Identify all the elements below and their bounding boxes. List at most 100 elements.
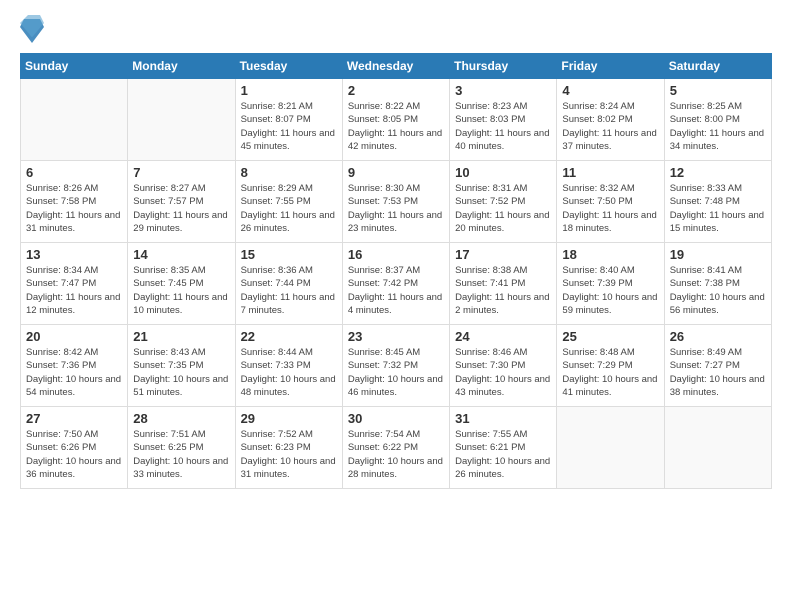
day-number: 29 [241, 411, 337, 426]
day-info: Sunrise: 8:31 AMSunset: 7:52 PMDaylight:… [455, 182, 551, 235]
page: SundayMondayTuesdayWednesdayThursdayFrid… [0, 0, 792, 612]
day-info: Sunrise: 8:49 AMSunset: 7:27 PMDaylight:… [670, 346, 766, 399]
calendar-day-cell [664, 407, 771, 489]
day-number: 10 [455, 165, 551, 180]
day-info: Sunrise: 8:44 AMSunset: 7:33 PMDaylight:… [241, 346, 337, 399]
calendar-day-cell: 14Sunrise: 8:35 AMSunset: 7:45 PMDayligh… [128, 243, 235, 325]
day-info: Sunrise: 8:26 AMSunset: 7:58 PMDaylight:… [26, 182, 122, 235]
calendar-week-row: 6 Sunrise: 8:26 AMSunset: 7:58 PMDaylight… [21, 161, 772, 243]
calendar-day-cell: 2 Sunrise: 8:22 AMSunset: 8:05 PMDaylight… [342, 79, 449, 161]
calendar-week-row: 27 Sunrise: 7:50 AMSunset: 6:26 PMDayligh… [21, 407, 772, 489]
day-number: 21 [133, 329, 229, 344]
day-number: 27 [26, 411, 122, 426]
day-info: Sunrise: 8:45 AMSunset: 7:32 PMDaylight:… [348, 346, 444, 399]
calendar-header-row: SundayMondayTuesdayWednesdayThursdayFrid… [21, 54, 772, 79]
calendar-day-cell: 3 Sunrise: 8:23 AMSunset: 8:03 PMDaylight… [450, 79, 557, 161]
calendar-day-cell: 28 Sunrise: 7:51 AMSunset: 6:25 PMDayligh… [128, 407, 235, 489]
calendar-day-cell: 13Sunrise: 8:34 AMSunset: 7:47 PMDayligh… [21, 243, 128, 325]
day-info: Sunrise: 8:24 AMSunset: 8:02 PMDaylight:… [562, 100, 658, 153]
logo-icon [20, 15, 44, 43]
day-number: 28 [133, 411, 229, 426]
header [20, 15, 772, 43]
calendar-day-cell: 23 Sunrise: 8:45 AMSunset: 7:32 PMDayligh… [342, 325, 449, 407]
calendar-weekday-header: Wednesday [342, 54, 449, 79]
calendar-day-cell: 16 Sunrise: 8:37 AMSunset: 7:42 PMDayligh… [342, 243, 449, 325]
day-info: Sunrise: 8:21 AMSunset: 8:07 PMDaylight:… [241, 100, 337, 153]
calendar-weekday-header: Sunday [21, 54, 128, 79]
day-info: Sunrise: 8:33 AMSunset: 7:48 PMDaylight:… [670, 182, 766, 235]
day-number: 4 [562, 83, 658, 98]
calendar-weekday-header: Tuesday [235, 54, 342, 79]
day-info: Sunrise: 7:51 AMSunset: 6:25 PMDaylight:… [133, 428, 229, 481]
day-info: Sunrise: 8:29 AMSunset: 7:55 PMDaylight:… [241, 182, 337, 235]
day-info: Sunrise: 8:46 AMSunset: 7:30 PMDaylight:… [455, 346, 551, 399]
day-number: 15 [241, 247, 337, 262]
calendar-day-cell: 20Sunrise: 8:42 AMSunset: 7:36 PMDayligh… [21, 325, 128, 407]
calendar-day-cell: 10 Sunrise: 8:31 AMSunset: 7:52 PMDayligh… [450, 161, 557, 243]
calendar-day-cell: 7 Sunrise: 8:27 AMSunset: 7:57 PMDaylight… [128, 161, 235, 243]
day-number: 7 [133, 165, 229, 180]
calendar-day-cell: 18Sunrise: 8:40 AMSunset: 7:39 PMDayligh… [557, 243, 664, 325]
logo [20, 15, 49, 43]
calendar-weekday-header: Saturday [664, 54, 771, 79]
day-number: 16 [348, 247, 444, 262]
day-info: Sunrise: 7:54 AMSunset: 6:22 PMDaylight:… [348, 428, 444, 481]
calendar-day-cell: 6 Sunrise: 8:26 AMSunset: 7:58 PMDaylight… [21, 161, 128, 243]
day-info: Sunrise: 7:55 AMSunset: 6:21 PMDaylight:… [455, 428, 551, 481]
day-number: 2 [348, 83, 444, 98]
day-number: 22 [241, 329, 337, 344]
day-info: Sunrise: 7:52 AMSunset: 6:23 PMDaylight:… [241, 428, 337, 481]
day-number: 31 [455, 411, 551, 426]
day-info: Sunrise: 8:43 AMSunset: 7:35 PMDaylight:… [133, 346, 229, 399]
calendar-week-row: 1 Sunrise: 8:21 AMSunset: 8:07 PMDaylight… [21, 79, 772, 161]
day-number: 9 [348, 165, 444, 180]
day-number: 14 [133, 247, 229, 262]
calendar-weekday-header: Friday [557, 54, 664, 79]
calendar-day-cell [128, 79, 235, 161]
calendar-day-cell: 15 Sunrise: 8:36 AMSunset: 7:44 PMDayligh… [235, 243, 342, 325]
calendar-day-cell: 11Sunrise: 8:32 AMSunset: 7:50 PMDayligh… [557, 161, 664, 243]
calendar-day-cell: 12Sunrise: 8:33 AMSunset: 7:48 PMDayligh… [664, 161, 771, 243]
day-info: Sunrise: 8:40 AMSunset: 7:39 PMDaylight:… [562, 264, 658, 317]
calendar-week-row: 13Sunrise: 8:34 AMSunset: 7:47 PMDayligh… [21, 243, 772, 325]
day-info: Sunrise: 8:37 AMSunset: 7:42 PMDaylight:… [348, 264, 444, 317]
day-number: 23 [348, 329, 444, 344]
calendar-day-cell: 27 Sunrise: 7:50 AMSunset: 6:26 PMDayligh… [21, 407, 128, 489]
day-info: Sunrise: 8:48 AMSunset: 7:29 PMDaylight:… [562, 346, 658, 399]
day-info: Sunrise: 8:27 AMSunset: 7:57 PMDaylight:… [133, 182, 229, 235]
day-number: 25 [562, 329, 658, 344]
calendar-day-cell: 5Sunrise: 8:25 AMSunset: 8:00 PMDaylight… [664, 79, 771, 161]
day-info: Sunrise: 8:41 AMSunset: 7:38 PMDaylight:… [670, 264, 766, 317]
day-info: Sunrise: 8:36 AMSunset: 7:44 PMDaylight:… [241, 264, 337, 317]
calendar-week-row: 20Sunrise: 8:42 AMSunset: 7:36 PMDayligh… [21, 325, 772, 407]
day-info: Sunrise: 8:30 AMSunset: 7:53 PMDaylight:… [348, 182, 444, 235]
day-number: 8 [241, 165, 337, 180]
calendar-day-cell [557, 407, 664, 489]
day-number: 30 [348, 411, 444, 426]
day-info: Sunrise: 8:23 AMSunset: 8:03 PMDaylight:… [455, 100, 551, 153]
day-number: 11 [562, 165, 658, 180]
calendar-day-cell: 17Sunrise: 8:38 AMSunset: 7:41 PMDayligh… [450, 243, 557, 325]
day-number: 13 [26, 247, 122, 262]
day-info: Sunrise: 7:50 AMSunset: 6:26 PMDaylight:… [26, 428, 122, 481]
calendar-day-cell: 21 Sunrise: 8:43 AMSunset: 7:35 PMDayligh… [128, 325, 235, 407]
day-number: 20 [26, 329, 122, 344]
calendar-weekday-header: Thursday [450, 54, 557, 79]
calendar-day-cell: 26 Sunrise: 8:49 AMSunset: 7:27 PMDayligh… [664, 325, 771, 407]
calendar-day-cell: 30 Sunrise: 7:54 AMSunset: 6:22 PMDayligh… [342, 407, 449, 489]
calendar-day-cell: 19 Sunrise: 8:41 AMSunset: 7:38 PMDayligh… [664, 243, 771, 325]
calendar-day-cell: 22 Sunrise: 8:44 AMSunset: 7:33 PMDayligh… [235, 325, 342, 407]
day-number: 19 [670, 247, 766, 262]
day-number: 24 [455, 329, 551, 344]
day-number: 3 [455, 83, 551, 98]
calendar-day-cell: 8 Sunrise: 8:29 AMSunset: 7:55 PMDaylight… [235, 161, 342, 243]
day-number: 5 [670, 83, 766, 98]
day-number: 1 [241, 83, 337, 98]
day-number: 6 [26, 165, 122, 180]
calendar-day-cell: 24 Sunrise: 8:46 AMSunset: 7:30 PMDayligh… [450, 325, 557, 407]
day-info: Sunrise: 8:22 AMSunset: 8:05 PMDaylight:… [348, 100, 444, 153]
calendar-day-cell: 31 Sunrise: 7:55 AMSunset: 6:21 PMDayligh… [450, 407, 557, 489]
day-number: 26 [670, 329, 766, 344]
day-info: Sunrise: 8:38 AMSunset: 7:41 PMDaylight:… [455, 264, 551, 317]
calendar-day-cell: 25 Sunrise: 8:48 AMSunset: 7:29 PMDayligh… [557, 325, 664, 407]
